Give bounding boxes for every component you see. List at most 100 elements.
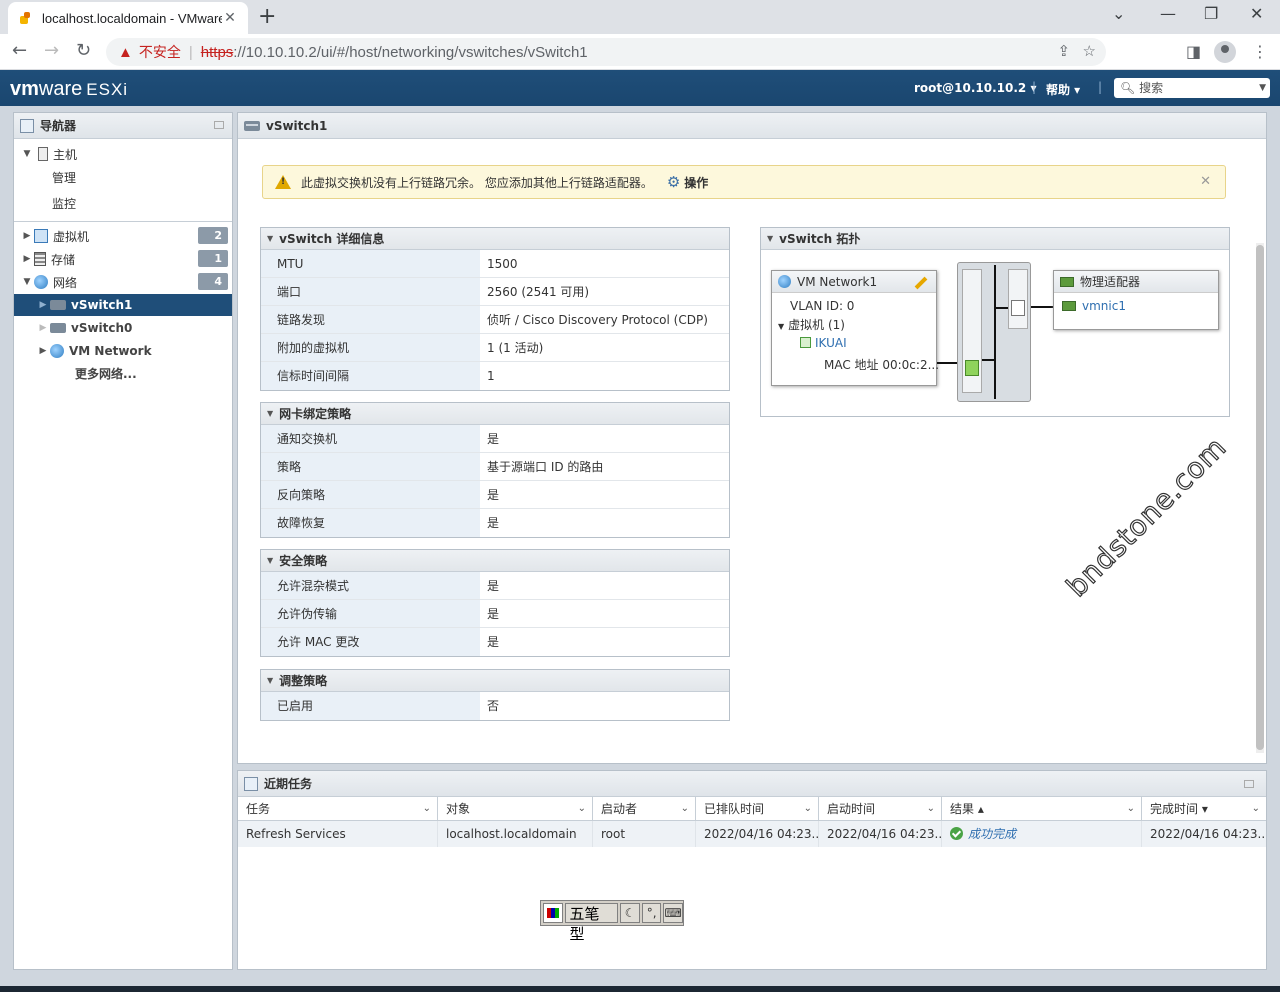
scrollbar-thumb[interactable] xyxy=(1256,245,1264,750)
column-dropdown-icon[interactable]: ⌄ xyxy=(804,797,812,821)
expand-caret-icon[interactable]: ▼ xyxy=(778,322,784,331)
table-row[interactable]: Refresh Services localhost.localdomain r… xyxy=(238,821,1266,847)
sidebar-panel-icon[interactable]: ◨ xyxy=(1186,42,1201,61)
actions-button[interactable]: 操作 xyxy=(684,174,708,191)
warning-text: 此虚拟交换机没有上行链路冗余。 您应添加其他上行链路适配器。 xyxy=(301,175,653,190)
insecure-warning-icon[interactable]: ▲ xyxy=(118,44,133,61)
property-row: 允许伪传输是 xyxy=(261,600,729,628)
nav-item-host[interactable]: ▼ 主机 xyxy=(14,143,232,165)
nav-item-vm-network[interactable]: ▶ VM Network xyxy=(14,340,232,362)
forward-arrow-icon[interactable]: → xyxy=(44,40,59,61)
column-header-initiator[interactable]: 启动者 ⌄ xyxy=(593,797,696,821)
ime-toolbar[interactable]: 五笔型 ☾ °, ⌨ xyxy=(540,900,684,943)
nav-item-vswitch1[interactable]: ▶ vSwitch1 xyxy=(14,294,232,316)
collapse-caret-icon[interactable]: ▼ xyxy=(267,234,273,243)
vm-name-link[interactable]: IKUAI xyxy=(815,336,847,350)
nav-item-manage[interactable]: 管理 xyxy=(14,166,232,188)
expand-caret-icon[interactable]: ▶ xyxy=(36,346,50,356)
collapse-panel-icon[interactable] xyxy=(214,121,224,129)
expand-caret-icon[interactable]: ▶ xyxy=(36,300,50,310)
column-header-object[interactable]: 对象 ⌄ xyxy=(438,797,593,821)
collapse-caret-icon[interactable]: ▼ xyxy=(267,409,273,418)
column-header-completed[interactable]: 完成时间 ▾ ⌄ xyxy=(1142,797,1266,821)
property-key: 通知交换机 xyxy=(261,425,481,452)
tab-close-icon[interactable]: ✕ xyxy=(222,10,238,26)
physical-adapters-card[interactable]: 物理适配器 vmnic1 xyxy=(1053,270,1219,330)
section-header[interactable]: ▼ 调整策略 xyxy=(261,670,729,692)
connector-line xyxy=(996,307,1008,309)
collapse-caret-icon[interactable]: ▼ xyxy=(267,556,273,565)
keyboard-icon[interactable]: ⌨ xyxy=(663,903,683,923)
insecure-label[interactable]: 不安全 xyxy=(139,42,181,62)
restore-icon[interactable]: ❐ xyxy=(1204,4,1218,23)
portgroup-globe-icon xyxy=(778,275,791,288)
dismiss-icon[interactable]: ✕ xyxy=(1200,174,1211,189)
vm-group-row[interactable]: ▼ 虚拟机 (1) xyxy=(778,316,845,333)
vswitch-bus xyxy=(994,265,996,399)
vmnic-entry[interactable]: vmnic1 xyxy=(1062,299,1126,313)
url-omnibox[interactable]: ▲ 不安全 | https ://10.10.10.2/ui/#/host/ne… xyxy=(106,38,1106,66)
portgroup-card[interactable]: VM Network1 VLAN ID: 0 ▼ 虚拟机 (1) IKUAI MA… xyxy=(771,270,939,386)
search-input[interactable]: 🔍︎ 搜索 ▼ xyxy=(1114,78,1270,98)
nav-item-vswitch0[interactable]: ▶ vSwitch0 xyxy=(14,317,232,339)
nav-item-monitor[interactable]: 监控 xyxy=(14,192,232,214)
column-dropdown-icon[interactable]: ⌄ xyxy=(1252,797,1260,821)
property-value: 基于源端口 ID 的路由 xyxy=(487,460,604,474)
property-key: 信标时间间隔 xyxy=(261,362,481,390)
vmnic-name[interactable]: vmnic1 xyxy=(1082,299,1126,313)
section-header[interactable]: ▼ vSwitch 详细信息 xyxy=(261,228,729,250)
edit-pencil-icon[interactable] xyxy=(914,276,928,290)
expand-caret-icon[interactable]: ▶ xyxy=(36,323,50,333)
minimize-icon[interactable]: — xyxy=(1160,4,1176,23)
property-value: 是 xyxy=(487,635,500,649)
expand-caret-icon[interactable]: ▼ xyxy=(20,149,34,159)
column-dropdown-icon[interactable]: ⌄ xyxy=(578,797,586,821)
browser-menu-icon[interactable]: ⋮ xyxy=(1252,42,1268,61)
column-dropdown-icon[interactable]: ⌄ xyxy=(681,797,689,821)
window-close-icon[interactable]: ✕ xyxy=(1250,4,1263,23)
property-key: 端口 xyxy=(261,278,481,305)
punctuation-icon[interactable]: °, xyxy=(641,903,662,923)
vswitch-detail-panel: vSwitch1 此虚拟交换机没有上行链路冗余。 您应添加其他上行链路适配器。 … xyxy=(237,112,1267,764)
property-key: 已启用 xyxy=(261,692,481,720)
expand-caret-icon[interactable]: ▼ xyxy=(20,277,34,287)
column-header-started[interactable]: 启动时间 ⌄ xyxy=(819,797,942,821)
nav-item-network[interactable]: ▼ 网络 4 xyxy=(14,271,232,293)
collapse-caret-icon[interactable]: ▼ xyxy=(267,676,273,685)
host-icon xyxy=(38,147,48,161)
new-tab-button[interactable]: + xyxy=(258,4,276,29)
gear-icon[interactable]: ⚙ xyxy=(667,173,680,191)
browser-tab[interactable]: localhost.localdomain - VMware ✕ xyxy=(8,2,248,34)
portgroup-name: VM Network1 xyxy=(797,274,878,289)
section-header[interactable]: ▼ 网卡绑定策略 xyxy=(261,403,729,425)
tab-search-chevron-icon[interactable]: ⌄ xyxy=(1112,4,1125,23)
reload-icon[interactable]: ↻ xyxy=(76,40,91,61)
share-and-bookmark-icons[interactable]: ⇪ ☆ xyxy=(1057,42,1096,60)
column-header-task[interactable]: 任务 ⌄ xyxy=(238,797,438,821)
column-dropdown-icon[interactable]: ⌄ xyxy=(423,797,431,821)
search-dropdown-icon[interactable]: ▼ xyxy=(1259,78,1266,98)
nav-item-more-networks[interactable]: 更多网络... xyxy=(14,362,232,384)
collapse-caret-icon[interactable]: ▼ xyxy=(767,234,773,243)
section-header[interactable]: ▼ 安全策略 xyxy=(261,550,729,572)
section-header[interactable]: ▼ vSwitch 拓扑 xyxy=(761,228,1229,250)
expand-caret-icon[interactable]: ▶ xyxy=(20,254,34,264)
expand-caret-icon[interactable]: ▶ xyxy=(20,231,34,241)
panel-header: vSwitch1 xyxy=(238,113,1266,139)
collapse-panel-icon[interactable] xyxy=(1244,780,1254,788)
ime-logo-icon[interactable] xyxy=(543,903,563,923)
moon-icon[interactable]: ☾ xyxy=(620,903,640,923)
column-header-queued[interactable]: 已排队时间 ⌄ xyxy=(696,797,819,821)
nav-item-storage[interactable]: ▶ 存储 1 xyxy=(14,248,232,270)
ime-mode-label[interactable]: 五笔型 xyxy=(564,903,619,943)
nav-item-vms[interactable]: ▶ 虚拟机 2 xyxy=(14,225,232,247)
column-dropdown-icon[interactable]: ⌄ xyxy=(1127,797,1135,821)
column-dropdown-icon[interactable]: ⌄ xyxy=(927,797,935,821)
vm-entry[interactable]: IKUAI xyxy=(800,336,847,350)
column-header-result[interactable]: 结果 ▴ ⌄ xyxy=(942,797,1142,821)
back-arrow-icon[interactable]: ← xyxy=(12,40,27,61)
property-row: 端口 2560 (2541 可用) xyxy=(261,278,729,306)
user-menu[interactable]: root@10.10.10.2 ▾ xyxy=(914,81,1036,95)
help-menu[interactable]: 帮助 ▾ xyxy=(1046,81,1080,98)
profile-avatar-icon[interactable] xyxy=(1214,41,1236,63)
